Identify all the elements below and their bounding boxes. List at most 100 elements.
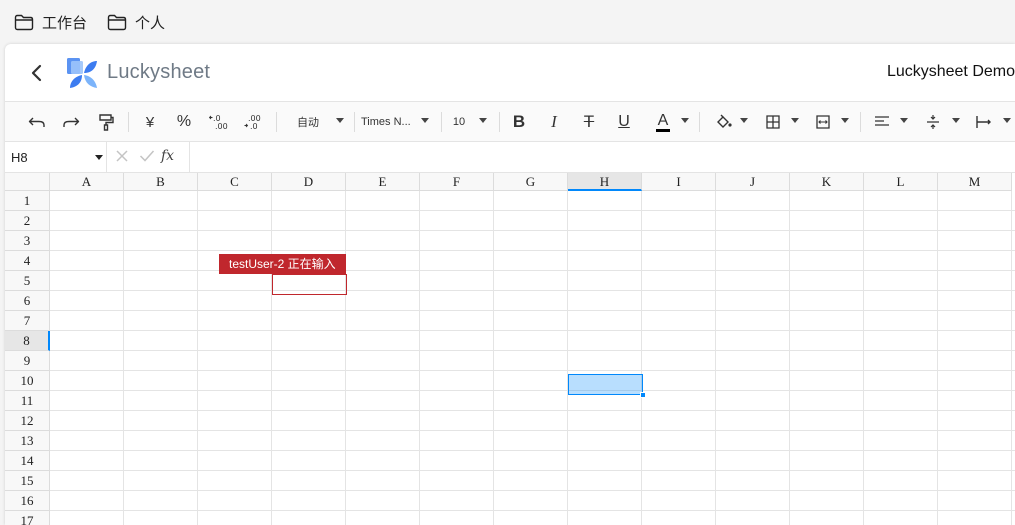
column-header[interactable]: L	[864, 173, 938, 191]
decrease-decimal-button[interactable]: .0.00	[208, 110, 232, 134]
fill-handle[interactable]	[640, 392, 646, 398]
column-header[interactable]: M	[938, 173, 1012, 191]
row-header[interactable]: 13	[5, 431, 50, 451]
row-header[interactable]: 11	[5, 391, 50, 411]
increase-decimal-button[interactable]: .00.0	[243, 110, 267, 134]
column-header[interactable]: C	[198, 173, 272, 191]
column-header[interactable]: J	[716, 173, 790, 191]
row-header[interactable]: 12	[5, 411, 50, 431]
column-header[interactable]: H	[568, 173, 642, 191]
back-arrow-icon[interactable]	[27, 62, 47, 84]
sheet-title[interactable]: Luckysheet Demo	[887, 63, 1015, 81]
row-header[interactable]: 7	[5, 311, 50, 331]
toolbar-separator	[128, 112, 129, 132]
column-header[interactable]: E	[346, 173, 420, 191]
folder-icon	[107, 14, 127, 30]
column-header[interactable]: B	[124, 173, 198, 191]
chevron-down-icon[interactable]	[95, 155, 103, 160]
format-painter-icon	[99, 114, 114, 131]
row-header[interactable]: 1	[5, 191, 50, 211]
row-header[interactable]: 14	[5, 451, 50, 471]
column-header[interactable]: I	[642, 173, 716, 191]
row-header[interactable]: 10	[5, 371, 50, 391]
row-header[interactable]: 16	[5, 491, 50, 511]
row-header[interactable]: 4	[5, 251, 50, 271]
currency-button[interactable]: ¥	[139, 110, 161, 134]
chevron-down-icon[interactable]	[1003, 118, 1011, 123]
chevron-down-icon[interactable]	[681, 118, 689, 123]
row-header[interactable]: 9	[5, 351, 50, 371]
bold-button[interactable]: B	[508, 110, 530, 134]
bookmark-personal[interactable]: 个人	[107, 12, 165, 32]
underline-icon: U	[618, 113, 630, 130]
strikethrough-button[interactable]: T	[578, 110, 600, 134]
select-all-corner[interactable]	[5, 173, 50, 191]
row-header[interactable]: 5	[5, 271, 50, 291]
row-header[interactable]: 15	[5, 471, 50, 491]
chevron-down-icon[interactable]	[791, 118, 799, 123]
toolbar: ¥ % .0.00 .00.0 自动 Times N... 10 B I T U…	[5, 102, 1015, 142]
font-color-button[interactable]: A	[652, 110, 674, 134]
chevron-down-icon[interactable]	[841, 118, 849, 123]
svg-text:.0: .0	[250, 122, 258, 131]
luckysheet-logo-icon	[67, 58, 97, 88]
font-family-select[interactable]: Times N...	[361, 110, 421, 134]
toolbar-separator	[441, 112, 442, 132]
chevron-down-icon[interactable]	[740, 118, 748, 123]
selected-cell[interactable]	[568, 374, 643, 395]
decrease-decimal-icon: .0.00	[209, 114, 228, 131]
percent-icon: %	[176, 113, 192, 130]
chevron-down-icon[interactable]	[952, 118, 960, 123]
column-header[interactable]: A	[50, 173, 124, 191]
formula-input[interactable]	[191, 142, 1011, 172]
cell-name-box[interactable]: H8	[5, 142, 107, 172]
row-header[interactable]: 17	[5, 511, 50, 525]
text-wrap-icon	[976, 116, 991, 128]
column-header[interactable]: K	[790, 173, 864, 191]
redo-icon	[63, 117, 80, 127]
format-painter-button[interactable]	[94, 110, 118, 134]
cancel-icon[interactable]	[115, 149, 129, 163]
fill-color-button[interactable]	[713, 110, 735, 134]
column-header[interactable]: D	[272, 173, 346, 191]
chevron-down-icon[interactable]	[336, 118, 344, 123]
underline-button[interactable]: U	[613, 110, 635, 134]
italic-button[interactable]: I	[543, 110, 565, 134]
chevron-down-icon[interactable]	[900, 118, 908, 123]
row-header[interactable]: 6	[5, 291, 50, 311]
function-icon[interactable]: fx	[161, 148, 174, 164]
border-button[interactable]	[762, 110, 784, 134]
row-header[interactable]: 2	[5, 211, 50, 231]
number-format-select[interactable]: 自动	[288, 110, 328, 134]
brand-name: Luckysheet	[107, 61, 211, 83]
collaborator-typing-badge: testUser-2 正在输入	[219, 254, 346, 274]
cell-area[interactable]	[50, 191, 1015, 525]
vertical-align-button[interactable]	[922, 110, 944, 134]
strikethrough-icon: T	[583, 112, 595, 131]
bookmark-workbench[interactable]: 工作台	[14, 12, 87, 32]
toolbar-separator	[354, 112, 355, 132]
chevron-down-icon[interactable]	[479, 118, 487, 123]
row-header[interactable]: 3	[5, 231, 50, 251]
toolbar-separator	[860, 112, 861, 132]
row-header[interactable]: 8	[5, 331, 50, 351]
bookmark-label: 个人	[135, 14, 166, 32]
font-size-select[interactable]: 10	[449, 110, 469, 134]
column-header[interactable]: F	[420, 173, 494, 191]
redo-button[interactable]	[59, 110, 83, 134]
merge-icon	[816, 115, 830, 129]
toolbar-separator	[499, 112, 500, 132]
toolbar-separator	[276, 112, 277, 132]
toolbar-separator	[699, 112, 700, 132]
border-icon	[766, 115, 780, 129]
undo-button[interactable]	[25, 110, 49, 134]
confirm-icon[interactable]	[139, 149, 155, 163]
horizontal-align-button[interactable]	[871, 110, 893, 134]
chevron-down-icon[interactable]	[421, 118, 429, 123]
text-wrap-button[interactable]	[973, 110, 995, 134]
percent-button[interactable]: %	[173, 110, 195, 134]
merge-cells-button[interactable]	[812, 110, 834, 134]
vertical-align-icon	[927, 115, 939, 129]
fill-color-icon	[717, 114, 732, 128]
column-header[interactable]: G	[494, 173, 568, 191]
